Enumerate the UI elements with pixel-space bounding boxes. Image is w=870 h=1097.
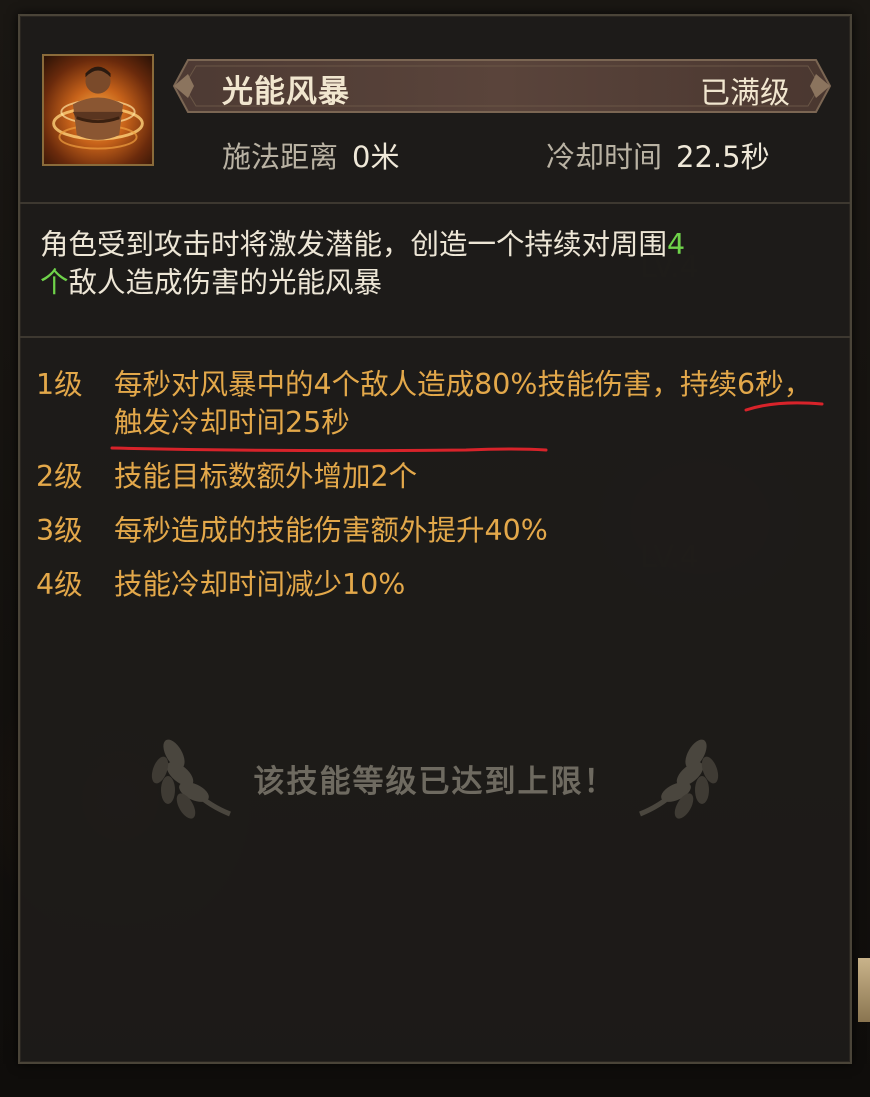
description-highlight-number: 4 bbox=[667, 228, 686, 261]
skill-header: 光能风暴 已满级 施法距离 0米 冷却时间 22.5秒 bbox=[20, 16, 850, 202]
cast-range-label: 施法距离 bbox=[222, 140, 339, 174]
level-effect-text: 每秒对风暴中的4个敌人造成80%技能伤害，持续6秒，触发冷却时间25秒 bbox=[114, 368, 813, 439]
level-label: 4级 bbox=[36, 568, 83, 601]
description-text-part1: 角色受到攻击时将激发潜能，创造一个持续对周围 bbox=[40, 228, 668, 261]
level-label: 2级 bbox=[36, 460, 83, 493]
description-highlight-unit: 个 bbox=[40, 266, 69, 299]
cast-range-value: 0米 bbox=[352, 140, 400, 174]
storm-fighter-icon bbox=[42, 54, 154, 166]
level-label: 1级 bbox=[36, 368, 83, 401]
max-level-badge: 已满级 bbox=[700, 76, 790, 111]
header-divider bbox=[20, 202, 850, 204]
side-tab-handle[interactable] bbox=[858, 958, 870, 1022]
level-effect-text: 技能冷却时间减少10% bbox=[114, 568, 406, 601]
skill-detail-panel: 光能风暴 已满级 施法距离 0米 冷却时间 22.5秒 角色受到攻击时将激发潜能，创… bbox=[18, 14, 852, 1064]
cooldown-label: 冷却时间 bbox=[546, 140, 663, 174]
level-label: 3级 bbox=[36, 514, 83, 547]
skill-description: 角色受到攻击时将激发潜能，创造一个持续对周围4 个敌人造成伤害的光能风暴 bbox=[40, 226, 830, 302]
max-level-banner: 该技能等级已达到上限！ bbox=[20, 716, 850, 836]
level-effect-text: 每秒造成的技能伤害额外提升40% bbox=[114, 514, 548, 547]
skill-name: 光能风暴 bbox=[222, 74, 350, 110]
description-text-part2: 敌人造成伤害的光能风暴 bbox=[68, 266, 383, 299]
cooldown-stat: 冷却时间 22.5秒 bbox=[546, 134, 770, 176]
description-divider bbox=[20, 336, 850, 338]
cooldown-value: 22.5秒 bbox=[676, 140, 770, 174]
skill-title-bar: 光能风暴 已满级 bbox=[170, 56, 834, 116]
cast-range-stat: 施法距离 0米 bbox=[222, 134, 399, 176]
level-effect-text: 技能目标数额外增加2个 bbox=[114, 460, 418, 493]
level-effect-row: 1级 每秒对风暴中的4个敌人造成80%技能伤害，持续6秒，触发冷却时间25秒 bbox=[36, 366, 836, 446]
laurel-right-icon bbox=[639, 739, 719, 819]
